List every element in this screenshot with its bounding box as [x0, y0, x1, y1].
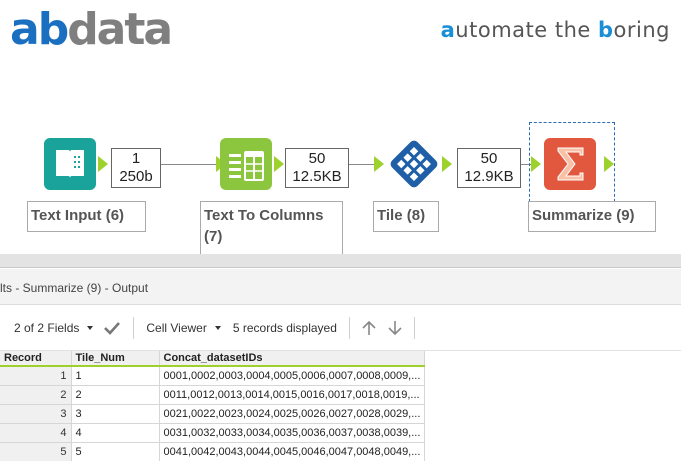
fields-dropdown[interactable]: 2 of 2 Fields — [0, 316, 127, 340]
table-cell[interactable]: 0011,0012,0013,0014,0015,0016,0017,0018,… — [159, 385, 426, 405]
results-toolbar: 2 of 2 Fields Cell Viewer 5 records disp… — [0, 305, 681, 351]
tagline: automate the boring — [441, 18, 670, 42]
table-cell[interactable]: 5 — [71, 442, 160, 461]
data-size: 12.9KB — [464, 168, 514, 185]
table-cell[interactable]: 0041,0042,0043,0044,0045,0046,0047,0048,… — [159, 442, 426, 461]
data-size: 250b — [119, 168, 153, 185]
summarize-tool[interactable] — [544, 138, 596, 190]
data-size: 12.5KB — [292, 168, 342, 185]
tool-label: Text To Columns (7) — [200, 201, 343, 255]
output-anchor[interactable] — [604, 156, 614, 172]
arrow-up-icon[interactable] — [360, 319, 378, 337]
table-cell[interactable]: 0031,0032,0033,0034,0035,0036,0037,0038,… — [159, 423, 426, 443]
records-count: 5 records displayed — [227, 316, 343, 340]
toolbar-separator — [413, 316, 415, 339]
table-cell[interactable]: 0021,0022,0023,0024,0025,0026,0027,0028,… — [159, 404, 426, 424]
chevron-down-icon — [214, 325, 221, 330]
record-cell[interactable]: 5 — [0, 442, 72, 461]
tagline-part2: oring — [613, 18, 670, 42]
table-cell[interactable]: 2 — [71, 385, 160, 405]
table-cell[interactable]: 1 — [71, 366, 160, 386]
columns-icon — [229, 151, 264, 181]
table-cell[interactable]: 0001,0002,0003,0004,0005,0006,0007,0008,… — [159, 366, 426, 386]
table-row[interactable]: 1 1 0001,0002,0003,0004,0005,0006,0007,0… — [0, 366, 426, 386]
sigma-icon — [557, 147, 584, 181]
tool-label-text: Tile (8) — [377, 207, 426, 224]
toolbar-separator — [133, 316, 135, 339]
input-anchor[interactable] — [531, 156, 541, 172]
workflow-canvas[interactable]: 1 250b Text Input (6) 50 12.5KB Text To … — [0, 62, 681, 255]
results-panel-title: lts - Summarize (9) - Output — [0, 269, 681, 305]
records-count-label: 5 records displayed — [232, 320, 337, 335]
output-anchor[interactable] — [98, 156, 108, 172]
tagline-b: b — [597, 18, 614, 42]
panel-splitter[interactable] — [0, 254, 681, 268]
column-header[interactable]: Record — [0, 351, 72, 367]
chevron-down-icon — [87, 325, 94, 330]
tool-label: Text Input (6) — [27, 201, 146, 232]
tile-icon — [390, 140, 438, 188]
connection-badge: 50 12.5KB — [285, 148, 349, 188]
connection-badge: 50 12.9KB — [457, 148, 521, 188]
arrow-down-icon[interactable] — [386, 319, 404, 337]
grid-header-row: Record Tile_Num Concat_datasetIDs — [0, 351, 426, 367]
fields-dropdown-label: 2 of 2 Fields — [14, 320, 80, 335]
brand-logo: abdata — [10, 4, 173, 52]
record-count: 50 — [480, 150, 498, 167]
text-input-tool[interactable] — [44, 138, 96, 190]
tool-label: Tile (8) — [373, 201, 439, 232]
record-count: 50 — [308, 150, 326, 167]
record-cell[interactable]: 4 — [0, 423, 72, 443]
text-to-columns-tool[interactable] — [220, 138, 272, 190]
book-icon — [56, 150, 84, 178]
column-header[interactable]: Concat_datasetIDs — [159, 351, 426, 367]
logo-secondary: data — [67, 4, 173, 55]
output-anchor[interactable] — [274, 156, 284, 172]
toolbar-separator — [348, 316, 350, 339]
table-cell[interactable]: 3 — [71, 404, 160, 424]
input-anchor[interactable] — [374, 156, 384, 172]
tagline-part1: utomate the — [455, 18, 598, 42]
tile-tool[interactable] — [388, 138, 440, 190]
logo-text: abdata — [10, 8, 173, 52]
results-grid[interactable]: Record Tile_Num Concat_datasetIDs 1 1 00… — [0, 351, 426, 461]
cell-viewer-dropdown[interactable]: Cell Viewer — [140, 316, 226, 340]
tool-label-text: Text Input (6) — [31, 207, 125, 224]
table-row[interactable]: 4 4 0031,0032,0033,0034,0035,0036,0037,0… — [0, 423, 426, 443]
record-cell[interactable]: 3 — [0, 404, 72, 424]
table-row[interactable]: 5 5 0041,0042,0043,0044,0045,0046,0047,0… — [0, 442, 426, 461]
tagline-a: a — [440, 18, 456, 42]
connection-line[interactable] — [349, 164, 374, 165]
output-anchor[interactable] — [442, 156, 452, 172]
tool-label-text: Text To Columns (7) — [204, 207, 324, 245]
cell-viewer-label: Cell Viewer — [146, 320, 207, 335]
connection-badge: 1 250b — [111, 148, 161, 188]
logo-primary: ab — [10, 4, 69, 55]
tool-label: Summarize (9) — [528, 201, 656, 232]
results-title-text: lts - Summarize (9) - Output — [0, 281, 149, 295]
record-cell[interactable]: 1 — [0, 366, 72, 386]
connection-line[interactable] — [161, 164, 216, 165]
table-row[interactable]: 3 3 0021,0022,0023,0024,0025,0026,0027,0… — [0, 404, 426, 424]
table-row[interactable]: 2 2 0011,0012,0013,0014,0015,0016,0017,0… — [0, 385, 426, 405]
tool-label-text: Summarize (9) — [532, 207, 635, 224]
table-cell[interactable]: 4 — [71, 423, 160, 443]
column-header[interactable]: Tile_Num — [71, 351, 160, 367]
record-count: 1 — [131, 150, 141, 167]
record-cell[interactable]: 2 — [0, 385, 72, 405]
checkmark-icon[interactable] — [103, 320, 121, 336]
